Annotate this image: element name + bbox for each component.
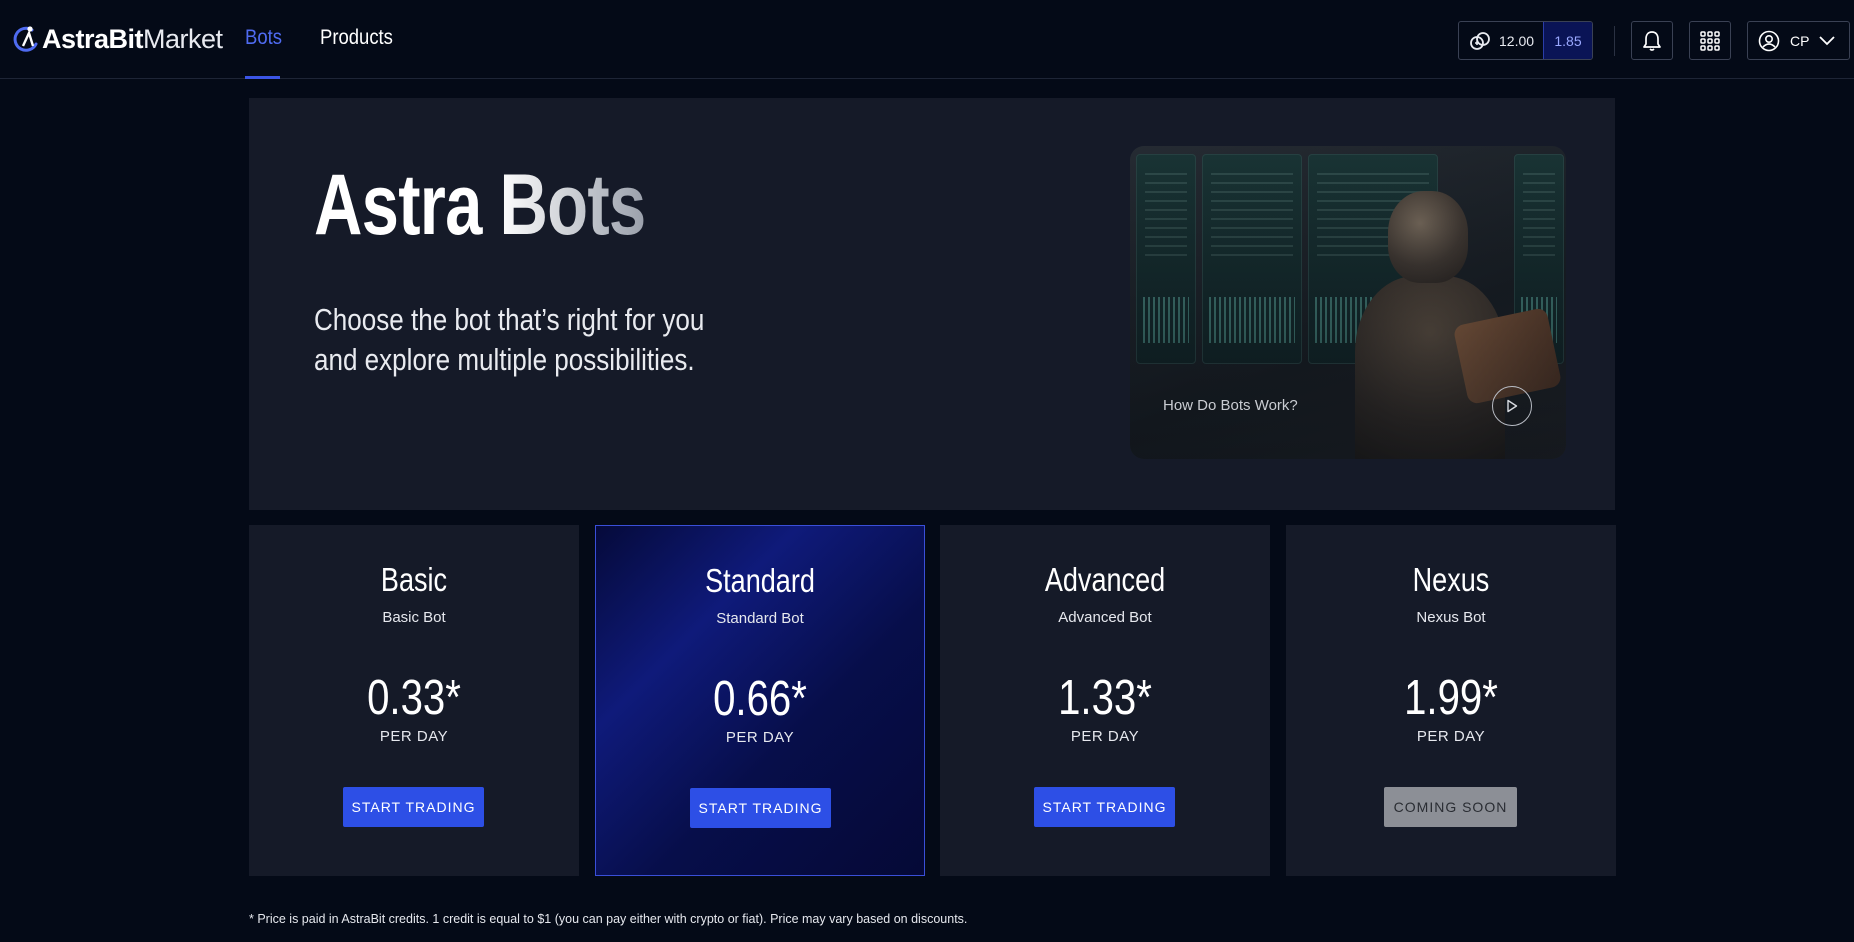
astrabit-logo-icon <box>13 26 38 52</box>
credits-value: 12.00 <box>1499 32 1535 49</box>
plan-price: 0.66* <box>713 672 807 726</box>
astrabit-logo[interactable]: AstraBitMarket <box>12 22 223 56</box>
hero-panel: Astra Bots Choose the bot that’s right f… <box>249 98 1615 510</box>
notifications-button[interactable] <box>1631 21 1673 60</box>
plan-price-period: PER DAY <box>1416 728 1486 745</box>
how-bots-work-video[interactable]: How Do Bots Work? <box>1130 146 1566 459</box>
bell-icon <box>1643 30 1661 51</box>
logo-text: AstraBitMarket <box>42 23 223 54</box>
nav-bots[interactable]: Bots <box>245 26 282 50</box>
nav-active-indicator <box>245 76 280 79</box>
credits-icon <box>1470 31 1490 50</box>
apps-grid-icon <box>1700 30 1720 51</box>
plan-card-basic: Basic Basic Bot 0.33* PER DAY START TRAD… <box>249 525 579 876</box>
plan-description: Standard Bot <box>716 610 804 627</box>
start-trading-button[interactable]: START TRADING <box>1034 787 1175 827</box>
credits-balance[interactable]: 12.00 1.85 <box>1458 21 1593 60</box>
coming-soon-button[interactable]: COMING SOON <box>1384 787 1517 827</box>
hero-subtitle: Choose the bot that’s right for you and … <box>314 300 751 380</box>
header-divider <box>1614 26 1615 56</box>
plan-card-advanced: Advanced Advanced Bot 1.33* PER DAY STAR… <box>940 525 1270 876</box>
plan-price-period: PER DAY <box>1070 728 1140 745</box>
plan-price: 1.99* <box>1404 671 1498 725</box>
plan-name: Nexus <box>1412 561 1490 598</box>
plan-price: 0.33* <box>367 671 461 725</box>
plan-card-nexus: Nexus Nexus Bot 1.99* PER DAY COMING SOO… <box>1286 525 1616 876</box>
plan-name: Basic <box>380 561 448 598</box>
start-trading-button[interactable]: START TRADING <box>343 787 484 827</box>
hero-subtitle-line2: and explore multiple possibilities. <box>314 342 695 377</box>
plan-price: 1.33* <box>1058 671 1152 725</box>
start-trading-button[interactable]: START TRADING <box>690 788 831 828</box>
video-label: How Do Bots Work? <box>1163 397 1298 414</box>
hero-subtitle-line1: Choose the bot that’s right for you <box>314 302 705 337</box>
plan-description: Advanced Bot <box>1058 609 1152 626</box>
profile-initials: CP <box>1790 32 1810 49</box>
credits-secondary[interactable]: 1.85 <box>1543 22 1592 59</box>
plan-description: Nexus Bot <box>1416 609 1486 626</box>
profile-menu[interactable]: CP <box>1747 21 1850 60</box>
page-title: Astra Bots <box>314 157 646 253</box>
plan-card-standard: Standard Standard Bot 0.66* PER DAY STAR… <box>595 525 925 876</box>
chevron-down-icon <box>1819 35 1836 45</box>
plan-price-period: PER DAY <box>379 728 449 745</box>
nav-products[interactable]: Products <box>320 26 393 50</box>
user-icon <box>1758 30 1780 51</box>
top-header: AstraBitMarket Bots Products 12.00 1.85 <box>0 0 1854 79</box>
pricing-footnote: * Price is paid in AstraBit credits. 1 c… <box>249 912 968 926</box>
plan-name: Advanced <box>1044 561 1166 598</box>
play-icon <box>1507 399 1518 413</box>
plan-name: Standard <box>705 562 815 599</box>
credits-main[interactable]: 12.00 <box>1459 22 1543 59</box>
plan-description: Basic Bot <box>382 609 446 626</box>
plan-price-period: PER DAY <box>725 729 795 746</box>
apps-menu-button[interactable] <box>1689 21 1731 60</box>
play-button[interactable] <box>1492 386 1532 426</box>
